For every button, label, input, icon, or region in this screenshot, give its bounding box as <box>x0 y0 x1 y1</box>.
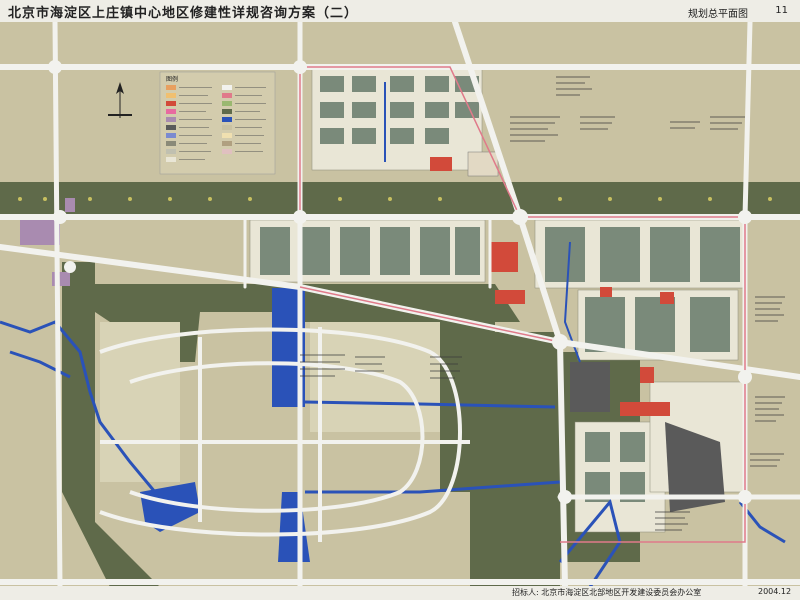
legend-title: 图例 <box>166 75 178 83</box>
legend-panel: 图例 <box>159 71 276 175</box>
map-canvas: 图例 <box>0 19 800 590</box>
client-organization: 招标人: 北京市海淀区北部地区开发建设委员会办公室 <box>512 588 702 597</box>
footer-bar: 招标人: 北京市海淀区北部地区开发建设委员会办公室 2004.12 <box>0 586 800 600</box>
header-bar: 北京市海淀区上庄镇中心地区修建性详规咨询方案（二） 规划总平面图 11 <box>0 0 800 22</box>
sheet-name: 规划总平面图 <box>688 9 748 20</box>
market-plot <box>467 151 499 177</box>
master-plan-map[interactable]: 图例 <box>0 19 800 590</box>
sheet-number: 11 <box>775 5 788 16</box>
plan-date: 2004.12 <box>758 587 792 596</box>
map-title: 北京市海淀区上庄镇中心地区修建性详规咨询方案（二） <box>8 6 359 21</box>
